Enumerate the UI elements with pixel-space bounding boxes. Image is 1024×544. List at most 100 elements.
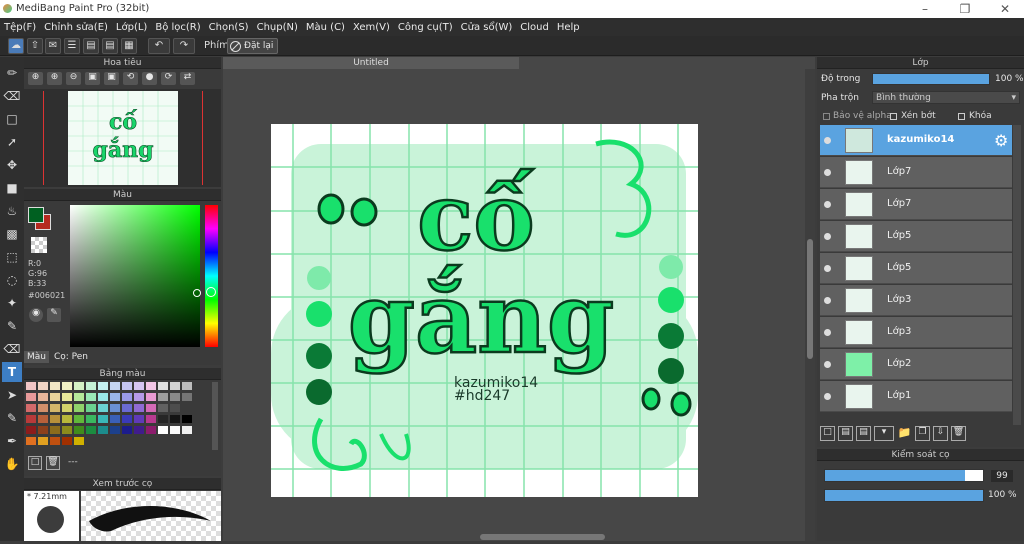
eyedropper-icon[interactable]: ✒ [2,431,22,451]
visibility-icon[interactable] [824,329,831,336]
palette-swatch[interactable] [122,426,132,434]
layer-row[interactable]: Lớp1 [820,381,1012,412]
palette-swatch[interactable] [122,382,132,390]
palette-swatch[interactable] [26,404,36,412]
visibility-icon[interactable] [824,265,831,272]
transparent-swatch[interactable] [31,237,47,253]
palette-swatch[interactable] [62,426,72,434]
palette-swatch[interactable] [86,404,96,412]
palette-swatch[interactable] [62,404,72,412]
palette-swatch[interactable] [62,382,72,390]
palette-swatch[interactable] [38,437,48,445]
cloud-icon[interactable]: ☁ [8,38,24,54]
brush-opacity-slider[interactable] [824,489,984,502]
palette-swatch[interactable] [26,437,36,445]
layer-scrollbar[interactable] [1013,125,1021,425]
gear-icon[interactable]: ⚙ [994,131,1008,150]
palette-swatch[interactable] [74,415,84,423]
palette-swatch[interactable] [86,415,96,423]
palette-swatch[interactable] [158,426,168,434]
saturation-value-picker[interactable] [70,205,201,347]
merge-layer-icon[interactable]: ⇩ [933,425,948,441]
palette-swatch[interactable] [98,393,108,401]
palette-swatch[interactable] [98,426,108,434]
brush-size-value[interactable]: 99 [991,470,1013,482]
visibility-icon[interactable] [824,233,831,240]
layer-row[interactable]: Lớp7 [820,189,1012,220]
palette-swatch[interactable] [86,393,96,401]
palette-swatch[interactable] [50,426,60,434]
palette-swatch[interactable] [62,393,72,401]
palette-swatch[interactable] [98,382,108,390]
page-icon[interactable]: ▤ [102,38,118,54]
palette-swatch[interactable] [158,393,168,401]
move-tool-icon[interactable]: ✥ [2,155,22,175]
trash-icon[interactable]: 🗑 [46,456,60,470]
visibility-icon[interactable] [824,137,831,144]
eraser-tool-icon[interactable]: ⌫ [2,86,22,106]
menu-cloud[interactable]: Cloud [520,22,549,33]
comment-icon[interactable]: ✉ [45,38,61,54]
palette-swatch[interactable] [134,404,144,412]
document-tab[interactable]: Untitled [223,57,519,69]
brush-size-slider[interactable] [824,469,984,482]
palette-swatch[interactable] [110,415,120,423]
rotate-right-icon[interactable]: ⟳ [161,72,176,85]
lasso-tool-icon[interactable]: ◌ [2,270,22,290]
hand-tool-icon[interactable]: ✋ [2,454,22,474]
bucket-tool-icon[interactable]: ♨ [2,201,22,221]
duplicate-layer-icon[interactable]: ❐ [915,425,930,441]
palette-swatch[interactable] [50,393,60,401]
palette-swatch[interactable] [122,393,132,401]
menu-help[interactable]: Help [557,22,580,33]
document-icon[interactable]: ▤ [83,38,99,54]
palette-swatch[interactable] [38,426,48,434]
palette-swatch[interactable] [146,415,156,423]
redo-icon[interactable]: ↷ [173,38,195,54]
palette-swatch[interactable] [38,382,48,390]
new-palette-icon[interactable]: □ [28,456,42,470]
upload-icon[interactable]: ⇧ [27,38,43,54]
new-halftone-layer-icon[interactable]: ▤ [838,425,853,441]
drawing-canvas[interactable]: cố gắng kazumiko14 #hd247 [271,124,698,497]
close-icon[interactable]: ✕ [990,1,1020,17]
palette-swatch[interactable] [170,415,180,423]
canvas-hscroll[interactable] [480,534,605,540]
menu-window[interactable]: Cửa sổ(W) [461,22,513,33]
palette-swatch[interactable] [146,393,156,401]
palette-swatch[interactable] [134,382,144,390]
layer-row[interactable]: Lớp2 [820,349,1012,380]
palette-swatch[interactable] [26,393,36,401]
palette-swatch[interactable] [182,404,192,412]
zoom-in-icon[interactable]: ⊕ [28,72,43,85]
palette-swatch[interactable] [170,426,180,434]
palette-swatch[interactable] [38,404,48,412]
dot-tool-icon[interactable]: ➚ [2,132,22,152]
palette-swatch[interactable] [50,382,60,390]
new-8bit-layer-icon[interactable]: ▤ [856,425,871,441]
palette-swatch[interactable] [170,404,180,412]
palette-swatch[interactable] [26,382,36,390]
menu-filter[interactable]: Bộ lọc(R) [155,22,200,33]
navigator-view[interactable]: cố gắng [24,89,221,187]
palette-swatch[interactable] [50,404,60,412]
visibility-icon[interactable] [824,393,831,400]
layer-row[interactable]: Lớp5 [820,253,1012,284]
opacity-slider[interactable] [872,73,990,85]
operation-tool-icon[interactable]: ➤ [2,385,22,405]
zoom-out-icon[interactable]: ⊖ [66,72,81,85]
actual-size-icon[interactable]: ▣ [104,72,119,85]
clip-checkbox[interactable] [890,113,897,120]
palette-swatch[interactable] [170,382,180,390]
layer-row[interactable]: Lớp3 [820,285,1012,316]
menu-layer[interactable]: Lớp(L) [116,22,147,33]
hue-slider[interactable] [205,205,218,347]
layer-row[interactable]: Lớp5 [820,221,1012,252]
palette-swatch[interactable] [110,404,120,412]
visibility-icon[interactable] [824,361,831,368]
brush-tool-icon[interactable]: ✏ [2,63,22,83]
tab-color[interactable]: Màu [24,351,49,363]
palette-swatch[interactable] [86,382,96,390]
palette-swatch[interactable] [182,415,192,423]
palette-swatch[interactable] [74,393,84,401]
